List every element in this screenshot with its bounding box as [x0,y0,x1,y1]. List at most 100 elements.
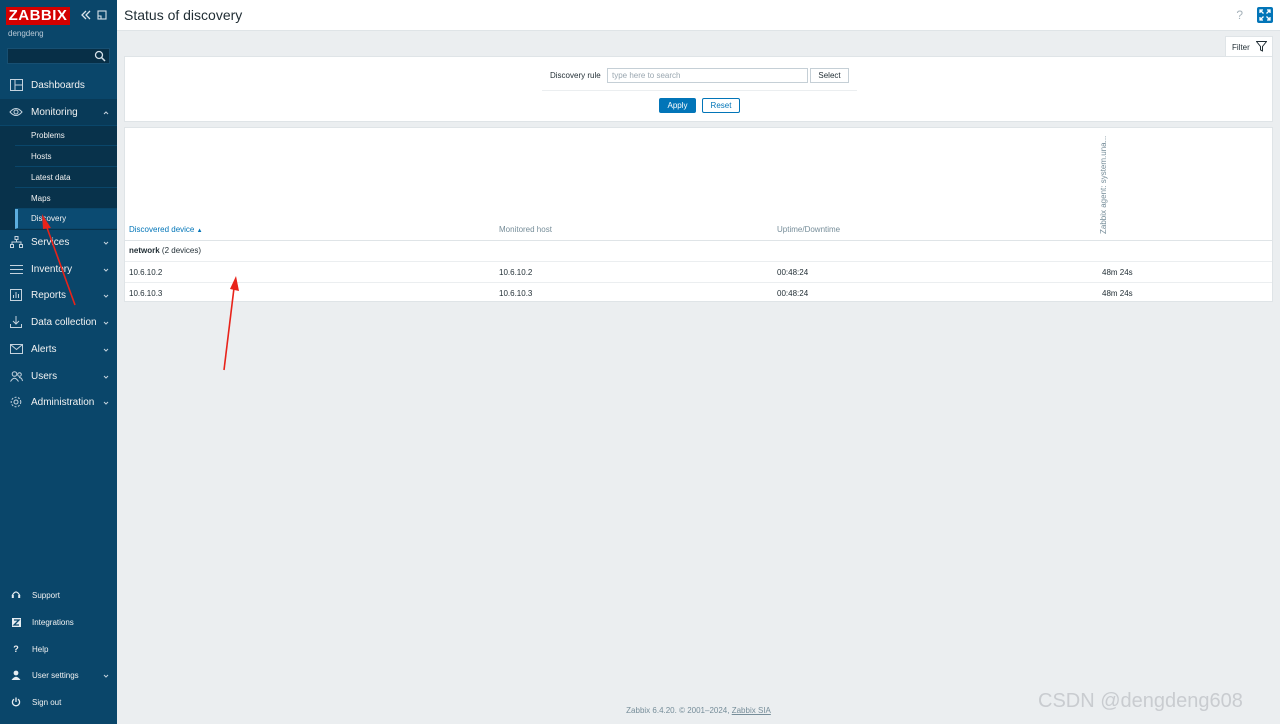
nav-services[interactable]: Services [0,229,117,255]
nav-data-collection[interactable]: Data collection [0,309,117,335]
user-icon [11,670,21,680]
sidebar-search [7,48,110,64]
nav-inventory-label: Inventory [31,263,73,275]
sidebar-search-input[interactable] [8,50,92,64]
group-label: network (2 devices) [129,246,201,255]
nav-administration[interactable]: Administration [0,389,117,415]
column-discovered-device-label: Discovered device [129,225,195,234]
watermark: CSDN @dengdeng608 [1038,690,1243,712]
discovery-table: Discovered device ▲ Monitored host Uptim… [124,127,1273,302]
question-icon: ? [13,644,19,654]
reset-button[interactable]: Reset [702,98,740,113]
nav-integrations-label: Integrations [32,617,74,627]
column-zabbix-agent-label: Zabbix agent: system.una... [1099,135,1108,234]
discovery-rule-input[interactable] [607,68,808,83]
table-row: 10.6.10.3 10.6.10.3 00:48:24 48m 24s [125,283,1272,304]
envelope-icon [9,342,23,356]
cell-agent: 48m 24s [1102,268,1133,277]
nav-help[interactable]: ? Help [0,637,117,661]
headset-icon [11,590,21,600]
zabbix-logo[interactable]: ZABBIX [6,7,70,25]
chevron-down-icon [103,318,109,325]
help-icon[interactable]: ? [1236,8,1243,22]
footer-link[interactable]: Zabbix SIA [732,706,771,715]
list-icon [9,262,23,276]
sub-item-problems[interactable]: Problems [15,126,117,146]
chevron-down-icon [103,265,109,272]
sub-item-latest-data[interactable]: Latest data [15,168,117,188]
dashboard-icon [9,78,23,92]
download-icon [9,315,23,329]
column-uptime-downtime: Uptime/Downtime [777,225,841,234]
cell-agent: 48m 24s [1102,289,1133,298]
sort-ascending-icon: ▲ [196,228,203,234]
integrations-icon [11,617,21,627]
column-discovered-device[interactable]: Discovered device ▲ [129,225,203,234]
nav-sign-out[interactable]: Sign out [0,690,117,714]
sub-item-discovery[interactable]: Discovery [15,209,117,229]
sub-item-hosts[interactable]: Hosts [15,147,117,167]
nav-services-label: Services [31,236,70,248]
table-row: 10.6.10.2 10.6.10.2 00:48:24 48m 24s [125,262,1272,283]
username: dengdeng [8,29,44,38]
sidebar: ZABBIX dengdeng Dashboards Monitoring Pr… [0,0,117,724]
group-name: network [129,246,160,255]
nav-integrations[interactable]: Integrations [0,610,117,634]
nav-help-label: Help [32,644,49,654]
select-button[interactable]: Select [810,68,849,83]
nav-reports-label: Reports [31,289,67,301]
chevron-down-icon [103,345,109,352]
nav-dashboards-label: Dashboards [31,79,85,91]
funnel-icon [1255,41,1268,52]
filter-tab-label: Filter [1232,42,1250,52]
nav-users[interactable]: Users [0,363,117,389]
discovery-rule-label: Discovery rule [550,71,601,80]
page-header: Status of discovery ? [117,0,1280,31]
nav-reports[interactable]: Reports [0,282,117,308]
search-icon[interactable] [94,50,106,62]
nav-users-label: Users [31,370,58,382]
filter-divider [542,90,857,91]
nav-user-settings[interactable]: User settings [0,663,117,687]
nav-support-label: Support [32,590,61,600]
power-icon [11,697,21,707]
nav-data-collection-label: Data collection [31,316,97,328]
nav-user-settings-label: User settings [32,670,79,680]
monitoring-submenu: Problems Hosts Latest data Maps Discover… [0,126,117,230]
sub-item-maps[interactable]: Maps [15,189,117,209]
nav-monitoring[interactable]: Monitoring [0,99,117,125]
column-monitored-host: Monitored host [499,225,552,234]
gear-icon [9,395,23,409]
collapse-sidebar-icon[interactable] [80,9,92,23]
kiosk-mode-button[interactable] [1257,7,1273,23]
footer-text: Zabbix 6.4.20. © 2001–2024, [626,706,730,715]
cell-uptime: 00:48:24 [777,289,809,298]
page-title: Status of discovery [124,7,243,23]
chevron-down-icon [103,672,109,678]
group-row: network (2 devices) [125,241,1272,262]
logo-row: ZABBIX [6,7,114,27]
report-icon [9,288,23,302]
chevron-down-icon [103,291,109,298]
cell-host: 10.6.10.2 [499,268,533,277]
nav-inventory[interactable]: Inventory [0,256,117,282]
chevron-down-icon [103,238,109,245]
filter-tab[interactable]: Filter [1225,36,1273,57]
eye-icon [9,105,23,119]
services-icon [9,235,23,249]
chevron-down-icon [103,372,109,379]
nav-sign-out-label: Sign out [32,697,62,707]
nav-dashboards[interactable]: Dashboards [0,72,117,98]
users-icon [9,369,23,383]
column-zabbix-agent: Zabbix agent: system.una... [1098,136,1112,234]
nav-support[interactable]: Support [0,583,117,607]
nav-alerts-label: Alerts [31,343,57,355]
apply-button[interactable]: Apply [659,98,696,113]
nav-alerts[interactable]: Alerts [0,336,117,362]
compact-view-icon[interactable] [96,9,108,23]
cell-uptime: 00:48:24 [777,268,809,277]
fullscreen-icon [1259,9,1271,21]
chevron-up-icon [103,108,109,115]
cell-device: 10.6.10.3 [129,289,163,298]
nav-administration-label: Administration [31,396,95,408]
